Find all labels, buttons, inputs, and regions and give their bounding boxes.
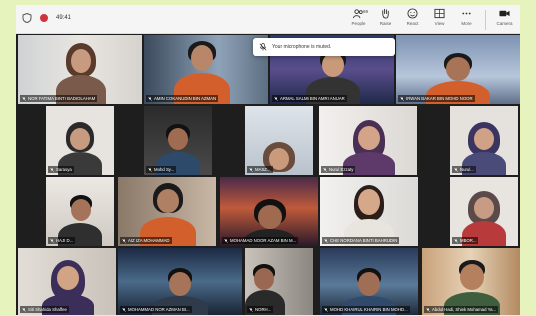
toolbar-divider bbox=[485, 10, 486, 30]
mic-off-icon bbox=[454, 167, 458, 172]
participant-name: IRWAN BAKAR BIN MOHD NOOR bbox=[398, 95, 475, 102]
video-tile[interactable]: MBOR... bbox=[450, 177, 518, 246]
meeting-toolbar: 49:41 69 People Raise React View More Ca… bbox=[16, 5, 520, 34]
video-tile[interactable]: Mohd Sy... bbox=[144, 106, 212, 175]
meeting-timer: 49:41 bbox=[56, 15, 72, 21]
mic-off-icon bbox=[249, 167, 253, 172]
view-label: View bbox=[434, 21, 445, 26]
participant-name: AMIN COKANUDIN BIN AZMAN bbox=[146, 95, 219, 102]
video-tile[interactable]: NORH... bbox=[245, 248, 313, 315]
video-tile[interactable]: MASZ... bbox=[245, 106, 313, 175]
camera-label: Camera bbox=[496, 21, 513, 26]
raise-label: Raise bbox=[379, 21, 392, 26]
participant-name: MOHD KHAIRUL KHAIRIN BIN MOHD... bbox=[322, 306, 410, 313]
more-label: More bbox=[461, 21, 472, 26]
view-icon bbox=[434, 8, 445, 19]
participant-name: Mohd Sy... bbox=[146, 166, 177, 173]
video-tile[interactable]: MOHAMMAD NOR AZMAN BI... bbox=[118, 248, 242, 315]
mic-off-icon bbox=[324, 307, 328, 312]
video-tile[interactable]: IRWAN BAKAR BIN MOHD NOOR bbox=[396, 35, 520, 104]
camera-icon bbox=[499, 10, 510, 17]
mic-off-icon bbox=[259, 43, 267, 51]
react-label: React bbox=[406, 21, 419, 26]
mic-off-icon bbox=[50, 167, 54, 172]
mic-off-icon bbox=[323, 167, 327, 172]
participant-name: Siti Shahida Shaffee bbox=[20, 306, 69, 313]
participant-name: AIZ IZA MOHAMMAD bbox=[120, 237, 172, 244]
mic-off-icon bbox=[22, 307, 26, 312]
participant-name: Abdul Hadi, Shiek Mohamad Ya... bbox=[424, 306, 499, 313]
shield-icon bbox=[22, 13, 32, 23]
mic-off-icon bbox=[148, 167, 152, 172]
video-tile[interactable]: Sarasya bbox=[46, 106, 114, 175]
participant-count: 69 bbox=[363, 9, 369, 14]
video-tile[interactable]: HAJI D... bbox=[46, 177, 114, 246]
participant-name: ARMAL SALMI BIN AMRI ANUAR bbox=[272, 95, 347, 102]
mic-off-icon bbox=[122, 307, 126, 312]
video-tile[interactable]: MOHD KHAIRUL KHAIRIN BIN MOHD... bbox=[320, 248, 418, 315]
video-tile[interactable]: AMIN COKANUDIN BIN AZMAN bbox=[144, 35, 268, 104]
react-button[interactable]: React bbox=[401, 8, 424, 32]
mic-off-icon bbox=[274, 96, 278, 101]
mic-off-icon bbox=[122, 238, 126, 243]
video-tile[interactable]: Siti Shahida Shaffee bbox=[18, 248, 116, 315]
video-tile[interactable]: CHE NORDANA BINTI BAHRUDIN bbox=[320, 177, 418, 246]
mic-off-icon bbox=[50, 238, 54, 243]
participant-name: Sarasya bbox=[48, 166, 74, 173]
more-button[interactable]: More bbox=[455, 8, 478, 32]
video-tile[interactable]: NOR FATIMA BINTI BADIOLAHAM bbox=[18, 35, 142, 104]
participant-name: Nurul Ezzaty bbox=[321, 166, 356, 173]
react-icon bbox=[407, 8, 418, 19]
video-tile[interactable]: Nurul Ezzaty bbox=[319, 106, 417, 175]
participant-name: MASZ... bbox=[247, 166, 273, 173]
participant-name: Nurul... bbox=[452, 166, 476, 173]
video-tile[interactable]: Abdul Hadi, Shiek Mohamad Ya... bbox=[422, 248, 520, 315]
raise-hand-icon bbox=[382, 8, 389, 19]
participant-name: MOHAMMAD NOR AZMAN BI... bbox=[120, 306, 192, 313]
mic-off-icon bbox=[400, 96, 404, 101]
video-grid: NOR FATIMA BINTI BADIOLAHAM AMIN COKANUD… bbox=[16, 35, 520, 315]
mic-off-icon bbox=[249, 307, 253, 312]
mic-muted-toast: Your microphone is muted. bbox=[253, 38, 395, 56]
mic-off-icon bbox=[324, 238, 328, 243]
toast-text: Your microphone is muted. bbox=[272, 44, 332, 50]
camera-button[interactable]: Camera bbox=[493, 8, 516, 32]
video-tile[interactable]: MOHAMAD NOOR AZAM BIN M... bbox=[220, 177, 318, 246]
participant-name: MBOR... bbox=[452, 237, 479, 244]
people-label: People bbox=[351, 21, 366, 26]
mic-off-icon bbox=[22, 96, 26, 101]
mic-off-icon bbox=[148, 96, 152, 101]
participant-name: HAJI D... bbox=[48, 237, 76, 244]
participant-name: NOR FATIMA BINTI BADIOLAHAM bbox=[20, 95, 98, 102]
recording-indicator bbox=[40, 14, 48, 22]
video-tile[interactable]: Nurul... bbox=[450, 106, 518, 175]
mic-off-icon bbox=[454, 238, 458, 243]
more-icon bbox=[462, 12, 471, 15]
participant-name: CHE NORDANA BINTI BAHRUDIN bbox=[322, 237, 400, 244]
mic-off-icon bbox=[224, 238, 228, 243]
meeting-window: 49:41 69 People Raise React View More Ca… bbox=[16, 5, 520, 315]
raise-hand-button[interactable]: Raise bbox=[374, 8, 397, 32]
people-button[interactable]: 69 People bbox=[347, 8, 370, 32]
mic-off-icon bbox=[426, 307, 430, 312]
view-button[interactable]: View bbox=[428, 8, 451, 32]
video-tile[interactable]: AIZ IZA MOHAMMAD bbox=[118, 177, 216, 246]
participant-name: NORH... bbox=[247, 306, 274, 313]
participant-name: MOHAMAD NOOR AZAM BIN M... bbox=[222, 237, 299, 244]
